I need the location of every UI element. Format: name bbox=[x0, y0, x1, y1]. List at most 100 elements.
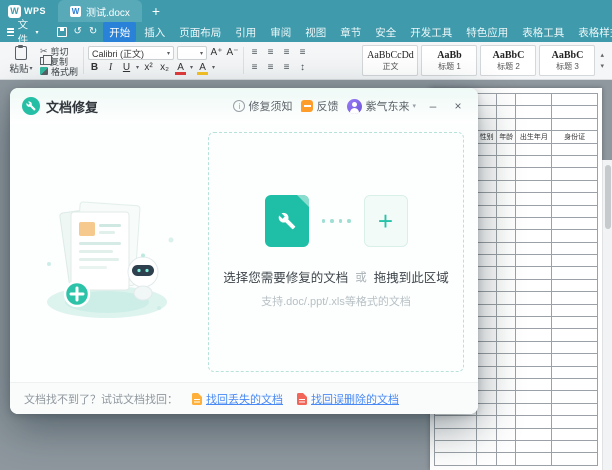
style-normal[interactable]: AaBbCcDd 正文 bbox=[362, 45, 419, 76]
font-size-select[interactable]: ▾ bbox=[177, 46, 208, 61]
align-right-icon[interactable]: ≡ bbox=[280, 61, 293, 75]
wps-logo-text: WPS bbox=[24, 6, 47, 16]
wps-logo: W WPS bbox=[0, 4, 54, 18]
underline-button[interactable]: U bbox=[120, 61, 133, 75]
numbered-list-icon[interactable]: ≡ bbox=[264, 46, 277, 60]
font-color-caret-icon[interactable]: ▾ bbox=[190, 64, 193, 71]
doc-file-icon: W bbox=[70, 5, 82, 17]
dropzone-text-right: 拖拽到此区域 bbox=[373, 271, 449, 285]
bold-button[interactable]: B bbox=[88, 61, 101, 75]
avatar bbox=[347, 98, 363, 114]
clipboard-icon bbox=[15, 45, 27, 60]
clipboard-group: ✂ 剪切 复制 格式刷 bbox=[38, 44, 80, 77]
new-tab-button[interactable]: + bbox=[152, 4, 160, 18]
menu-tab-6[interactable]: 视图 bbox=[299, 22, 332, 42]
undo-icon[interactable]: ↺ bbox=[74, 27, 82, 37]
file-caret-icon: ▾ bbox=[35, 29, 39, 36]
format-painter-button[interactable]: 格式刷 bbox=[40, 66, 79, 77]
align-center-icon[interactable]: ≡ bbox=[264, 61, 277, 75]
highlight-caret-icon[interactable]: ▾ bbox=[212, 64, 215, 71]
format-painter-label: 格式刷 bbox=[51, 66, 79, 77]
user-account[interactable]: 紫气东来 ▾ bbox=[347, 98, 416, 114]
paste-caret-icon: ▾ bbox=[29, 65, 33, 72]
font-name-caret-icon: ▾ bbox=[167, 50, 171, 57]
menu-tab-3[interactable]: 页面布局 bbox=[173, 22, 227, 42]
repair-document-icon bbox=[264, 195, 309, 247]
user-name: 紫气东来 bbox=[365, 101, 410, 113]
save-icon[interactable] bbox=[56, 27, 67, 37]
menu-tab-4[interactable]: 引用 bbox=[229, 22, 262, 42]
superscript-button[interactable]: x² bbox=[142, 61, 155, 75]
font-name-value: Calibri (正文) bbox=[92, 48, 145, 59]
add-file-box[interactable]: + bbox=[363, 195, 408, 247]
dropzone-text-left: 选择您需要修复的文档 bbox=[223, 271, 349, 285]
dialog-minimize-button[interactable]: – bbox=[425, 100, 441, 112]
file-dropzone[interactable]: + 选择您需要修复的文档 或 拖拽到此区域 支持.doc/.ppt/.xls等格… bbox=[208, 132, 464, 372]
indent-icon[interactable]: ≡ bbox=[296, 46, 309, 60]
font-color-button[interactable]: A bbox=[174, 61, 187, 75]
lost-doc-icon bbox=[192, 392, 202, 405]
table-row bbox=[433, 439, 598, 454]
style-heading-1[interactable]: AaBb 标题 1 bbox=[421, 45, 478, 76]
vertical-scrollbar[interactable] bbox=[602, 160, 612, 470]
bullet-list-icon[interactable]: ≡ bbox=[248, 46, 261, 60]
style-heading-3[interactable]: AaBbC 标题 3 bbox=[539, 45, 596, 76]
repair-illustration bbox=[10, 124, 208, 382]
menu-tab-8[interactable]: 安全 bbox=[369, 22, 402, 42]
dialog-header: 文档修复 i 修复须知 反馈 紫气东来 ▾ – × bbox=[10, 88, 478, 124]
hamburger-icon bbox=[7, 28, 14, 36]
copy-icon bbox=[40, 55, 52, 65]
font-size-caret-icon: ▾ bbox=[200, 50, 204, 57]
recover-lost-link[interactable]: 找回丢失的文档 bbox=[192, 391, 283, 407]
highlight-button[interactable]: A bbox=[196, 61, 209, 75]
toolbar-divider bbox=[83, 47, 85, 74]
gallery-scroll: ▴ ▾ bbox=[598, 51, 606, 70]
menu-tab-7[interactable]: 章节 bbox=[334, 22, 367, 42]
menubar: 文件 ▾ ↺ ↻ 开始 插入 页面布局 引用 审阅 视图 章节 安全 开发工具 特色应用 表格工具表… bbox=[0, 19, 612, 46]
redo-icon[interactable]: ↻ bbox=[89, 27, 97, 37]
menu-tab-9[interactable]: 开发工具 bbox=[404, 22, 458, 42]
quick-access-bar: ↺ ↻ bbox=[52, 27, 103, 37]
recover-deleted-link[interactable]: 找回误删除的文档 bbox=[297, 391, 399, 407]
deleted-doc-icon bbox=[297, 392, 307, 405]
brush-icon bbox=[40, 67, 48, 75]
font-name-select[interactable]: Calibri (正文) ▾ bbox=[88, 46, 175, 61]
style-heading-2[interactable]: AaBbC 标题 2 bbox=[480, 45, 537, 76]
menu-tab-10[interactable]: 特色应用 bbox=[460, 22, 514, 42]
menu-tab-2[interactable]: 插入 bbox=[138, 22, 171, 42]
document-tab[interactable]: W 测试.docx bbox=[58, 0, 142, 22]
dialog-close-button[interactable]: × bbox=[450, 100, 466, 112]
dropzone-or: 或 bbox=[355, 271, 367, 284]
dialog-title: 文档修复 bbox=[46, 99, 99, 115]
styles-gallery: AaBbCcDd 正文 AaBb 标题 1 AaBbC 标题 2 AaBbC 标… bbox=[360, 44, 608, 77]
gallery-down-icon[interactable]: ▾ bbox=[600, 62, 604, 70]
titlebar: W WPS W 测试.docx + bbox=[0, 0, 612, 22]
grow-font-button[interactable]: A⁺ bbox=[210, 46, 223, 60]
scrollbar-thumb[interactable] bbox=[605, 165, 611, 229]
line-spacing-icon[interactable]: ↕ bbox=[296, 61, 309, 75]
shrink-font-button[interactable]: A⁻ bbox=[226, 46, 239, 60]
footer-prompt: 文档找不到了？试试文档找回： bbox=[24, 393, 178, 406]
underline-caret-icon[interactable]: ▾ bbox=[136, 64, 139, 71]
align-left-icon[interactable]: ≡ bbox=[248, 61, 261, 75]
subscript-button[interactable]: x₂ bbox=[158, 61, 171, 75]
connector-dots bbox=[321, 219, 351, 223]
repair-notice-link[interactable]: i 修复须知 bbox=[233, 98, 292, 114]
menu-tab-5[interactable]: 审阅 bbox=[264, 22, 297, 42]
outdent-icon[interactable]: ≡ bbox=[280, 46, 293, 60]
italic-button[interactable]: I bbox=[104, 61, 117, 75]
ribbon-toolbar: 粘贴 ▾ ✂ 剪切 复制 格式刷 Calibri (正文) ▾ ▾ A⁺ A⁻ … bbox=[0, 42, 612, 80]
table-row bbox=[433, 427, 598, 441]
toolbar-divider bbox=[243, 47, 245, 74]
gallery-up-icon[interactable]: ▴ bbox=[600, 51, 604, 59]
menu-tab-1[interactable]: 开始 bbox=[103, 22, 137, 42]
menu-tab-11[interactable]: 表格工具 bbox=[516, 22, 570, 42]
feedback-link[interactable]: 反馈 bbox=[301, 98, 338, 114]
dialog-footer: 文档找不到了？试试文档找回： 找回丢失的文档 找回误删除的文档 bbox=[10, 382, 478, 414]
wps-logo-icon: W bbox=[8, 4, 21, 18]
paste-button[interactable]: 粘贴 ▾ bbox=[4, 44, 38, 77]
repair-wrench-icon bbox=[22, 97, 40, 115]
feedback-icon bbox=[301, 100, 314, 112]
info-icon: i bbox=[233, 100, 246, 112]
menu-tab-12[interactable]: 表格样式 bbox=[572, 22, 612, 42]
